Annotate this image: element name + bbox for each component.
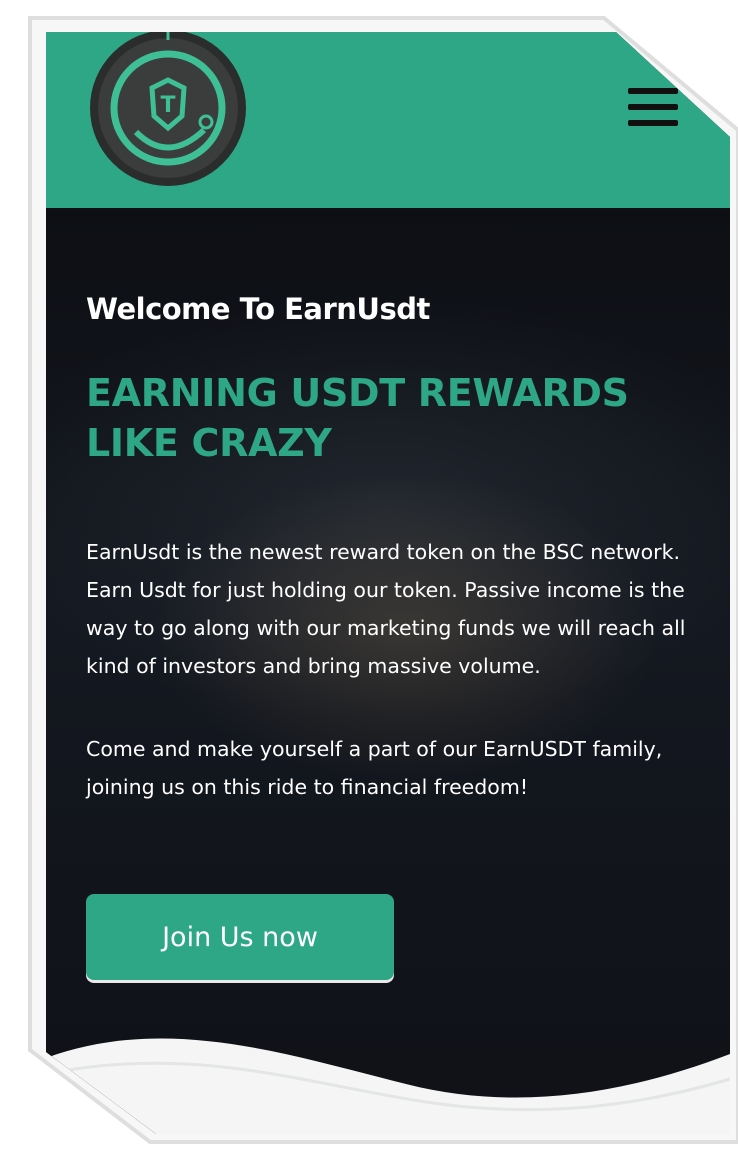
intro-paragraph: EarnUsdt is the newest reward token on t… bbox=[86, 540, 686, 678]
hero-headline: EARNING USDT REWARDS LIKE CRAZY bbox=[86, 368, 686, 468]
hero-section: Welcome To EarnUsdt EARNING USDT REWARDS… bbox=[46, 208, 730, 1134]
welcome-heading: Welcome To EarnUsdt bbox=[86, 292, 430, 326]
headline-line-2: LIKE CRAZY bbox=[86, 421, 332, 465]
join-us-button[interactable]: Join Us now bbox=[86, 894, 394, 980]
community-paragraph: Come and make yourself a part of our Ear… bbox=[86, 737, 663, 799]
earnusdt-logo-icon[interactable]: T bbox=[86, 32, 250, 196]
bottom-wave-divider bbox=[46, 1038, 730, 1134]
device-frame: T Welcome To EarnUsdt EARNING USDT REWAR… bbox=[0, 0, 738, 1149]
site-header: T bbox=[46, 32, 730, 208]
hamburger-menu-icon[interactable] bbox=[628, 88, 678, 128]
mobile-screen: T Welcome To EarnUsdt EARNING USDT REWAR… bbox=[46, 32, 730, 1134]
logo-letter: T bbox=[160, 93, 175, 118]
headline-line-1: EARNING USDT REWARDS bbox=[86, 371, 629, 415]
